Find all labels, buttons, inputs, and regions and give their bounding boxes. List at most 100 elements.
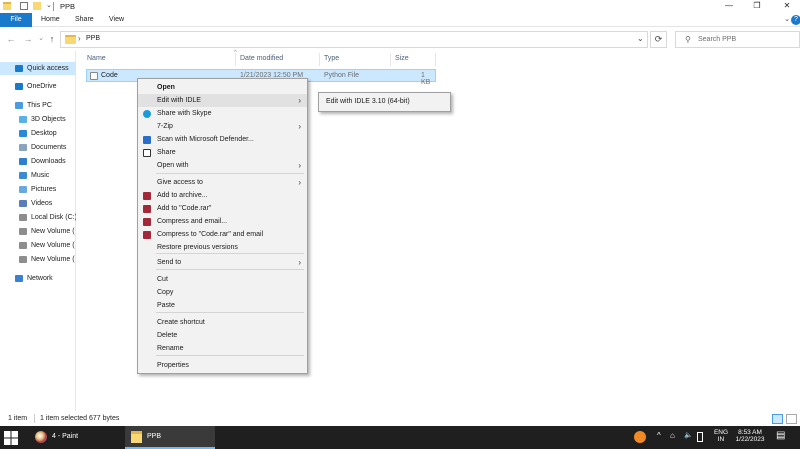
menu-item-share[interactable]: Share xyxy=(138,146,307,159)
help-icon[interactable]: ? xyxy=(791,15,800,25)
sidebar-item-pictures[interactable]: Pictures xyxy=(0,183,76,196)
menu-item-create-shortcut[interactable]: Create shortcut xyxy=(138,316,307,329)
menu-item-edit-with-idle[interactable]: Edit with IDLE › xyxy=(138,94,307,107)
menu-item-label: Open with xyxy=(157,162,189,169)
large-icons-view-button[interactable] xyxy=(786,414,797,424)
breadcrumb-separator[interactable]: › xyxy=(78,34,81,43)
battery-icon[interactable] xyxy=(697,432,703,442)
address-dropdown-icon[interactable]: ⌄ xyxy=(637,34,644,43)
maximize-button[interactable]: ❐ xyxy=(746,1,768,12)
column-type[interactable]: Type xyxy=(324,55,339,62)
menu-item-label: Edit with IDLE xyxy=(157,97,201,104)
sidebar-item-new-volume[interactable]: New Volume ( xyxy=(0,239,76,252)
sidebar-item-videos[interactable]: Videos xyxy=(0,197,76,210)
sidebar-item-3d-objects[interactable]: 3D Objects xyxy=(0,113,76,126)
sidebar-item-downloads[interactable]: Downloads xyxy=(0,155,76,168)
star-icon xyxy=(15,65,23,72)
menu-item-copy[interactable]: Copy xyxy=(138,286,307,299)
column-date-modified[interactable]: Date modified xyxy=(240,55,283,62)
sidebar-item-new-volume[interactable]: New Volume ( xyxy=(0,253,76,266)
sidebar-item-network[interactable]: Network xyxy=(0,272,76,285)
menu-item-add-to-archive[interactable]: Add to archive... xyxy=(138,189,307,202)
tab-file[interactable]: File xyxy=(0,13,32,27)
menu-item-cut[interactable]: Cut xyxy=(138,273,307,286)
menu-item-send-to[interactable]: Send to › xyxy=(138,256,307,269)
sidebar-item-documents[interactable]: Documents xyxy=(0,141,76,154)
clock[interactable]: 8:53 AM 1/22/2023 xyxy=(733,429,767,443)
drive-icon xyxy=(19,214,27,221)
refresh-button[interactable]: ⟳ xyxy=(650,31,667,48)
taskbar-app-label: 4 - Paint xyxy=(52,433,79,440)
show-hidden-icons-button[interactable]: ^ xyxy=(657,431,661,440)
taskbar-app-paint[interactable]: 4 - Paint xyxy=(30,426,120,449)
menu-item-delete[interactable]: Delete xyxy=(138,329,307,342)
menu-item-give-access-to[interactable]: Give access to › xyxy=(138,176,307,189)
search-placeholder: Search PPB xyxy=(698,36,737,43)
menu-separator xyxy=(156,355,304,356)
tray-app-icon[interactable] xyxy=(634,431,646,443)
address-bar[interactable]: › PPB ⌄ xyxy=(60,31,648,48)
file-type: Python File xyxy=(324,72,360,79)
sidebar-item-label: Pictures xyxy=(31,186,57,193)
tab-share[interactable]: Share xyxy=(75,13,94,27)
column-divider[interactable] xyxy=(319,53,320,66)
status-divider xyxy=(34,414,35,423)
column-divider[interactable] xyxy=(435,53,436,66)
taskbar-app-ppb[interactable]: PPB xyxy=(125,426,215,449)
new-folder-icon[interactable] xyxy=(33,2,41,10)
back-button[interactable]: ← xyxy=(5,33,17,45)
menu-item-add-to-code-rar[interactable]: Add to "Code.rar" xyxy=(138,202,307,215)
windows-start-icon[interactable] xyxy=(4,431,18,445)
column-size[interactable]: Size xyxy=(395,55,409,62)
menu-item-label: Paste xyxy=(157,302,175,309)
menu-item-compress-and-email[interactable]: Compress and email... xyxy=(138,215,307,228)
menu-item-open-with[interactable]: Open with › xyxy=(138,159,307,172)
desktop-icon xyxy=(19,130,27,137)
search-icon: ⚲ xyxy=(685,35,691,44)
tab-home[interactable]: Home xyxy=(41,13,60,27)
menu-separator xyxy=(156,253,304,254)
sidebar-item-new-volume[interactable]: New Volume ( xyxy=(0,225,76,238)
column-divider[interactable] xyxy=(390,53,391,66)
menu-item-label: Copy xyxy=(157,289,174,296)
properties-icon[interactable] xyxy=(20,2,28,10)
minimize-button[interactable]: — xyxy=(718,1,740,12)
notification-icon[interactable]: ▤ xyxy=(776,430,785,441)
menu-item-7-zip[interactable]: 7-Zip › xyxy=(138,120,307,133)
forward-button[interactable]: → xyxy=(22,33,34,45)
language-indicator[interactable]: ENG IN xyxy=(713,429,729,443)
menu-item-rename[interactable]: Rename xyxy=(138,342,307,355)
menu-item-paste[interactable]: Paste xyxy=(138,299,307,312)
sidebar-item-local-disk-c[interactable]: Local Disk (C:) xyxy=(0,211,76,224)
tab-view[interactable]: View xyxy=(109,13,124,27)
clock-date: 1/22/2023 xyxy=(735,436,765,443)
menu-item-properties[interactable]: Properties xyxy=(138,359,307,372)
menu-item-scan-with-microsoft-defender[interactable]: Scan with Microsoft Defender... xyxy=(138,133,307,146)
close-button[interactable]: ✕ xyxy=(776,1,798,12)
sidebar-item-desktop[interactable]: Desktop xyxy=(0,127,76,140)
sidebar-item-this-pc[interactable]: This PC xyxy=(0,99,76,112)
drive-icon xyxy=(19,256,27,263)
column-divider[interactable] xyxy=(235,53,236,66)
skype-icon xyxy=(143,110,151,118)
search-input[interactable]: ⚲ Search PPB xyxy=(675,31,800,48)
menu-item-label: Cut xyxy=(157,276,168,283)
menu-item-edit-with-idle-3-10[interactable]: Edit with IDLE 3.10 (64-bit) xyxy=(321,95,448,109)
sidebar-item-quick-access[interactable]: Quick access xyxy=(0,62,76,75)
sidebar-item-music[interactable]: Music xyxy=(0,169,76,182)
menu-item-compress-to-code-rar-and-email[interactable]: Compress to "Code.rar" and email xyxy=(138,228,307,241)
menu-item-open[interactable]: Open xyxy=(138,81,307,94)
breadcrumb-ppb[interactable]: PPB xyxy=(86,35,100,42)
winrar-icon xyxy=(143,192,151,200)
details-view-button[interactable] xyxy=(772,414,783,424)
menu-item-share-with-skype[interactable]: Share with Skype xyxy=(138,107,307,120)
customize-toolbar-icon[interactable]: ⌄ xyxy=(46,1,52,9)
menu-item-label: Rename xyxy=(157,345,184,352)
menu-item-label: Compress and email... xyxy=(157,218,228,225)
column-name[interactable]: Name xyxy=(87,55,106,62)
sidebar-item-onedrive[interactable]: OneDrive xyxy=(0,80,76,93)
folder-icon xyxy=(3,2,11,10)
network-icon[interactable]: ⌂ xyxy=(670,431,675,440)
volume-icon[interactable]: 🔈 xyxy=(684,431,693,439)
up-button[interactable]: ↑ xyxy=(46,33,58,45)
